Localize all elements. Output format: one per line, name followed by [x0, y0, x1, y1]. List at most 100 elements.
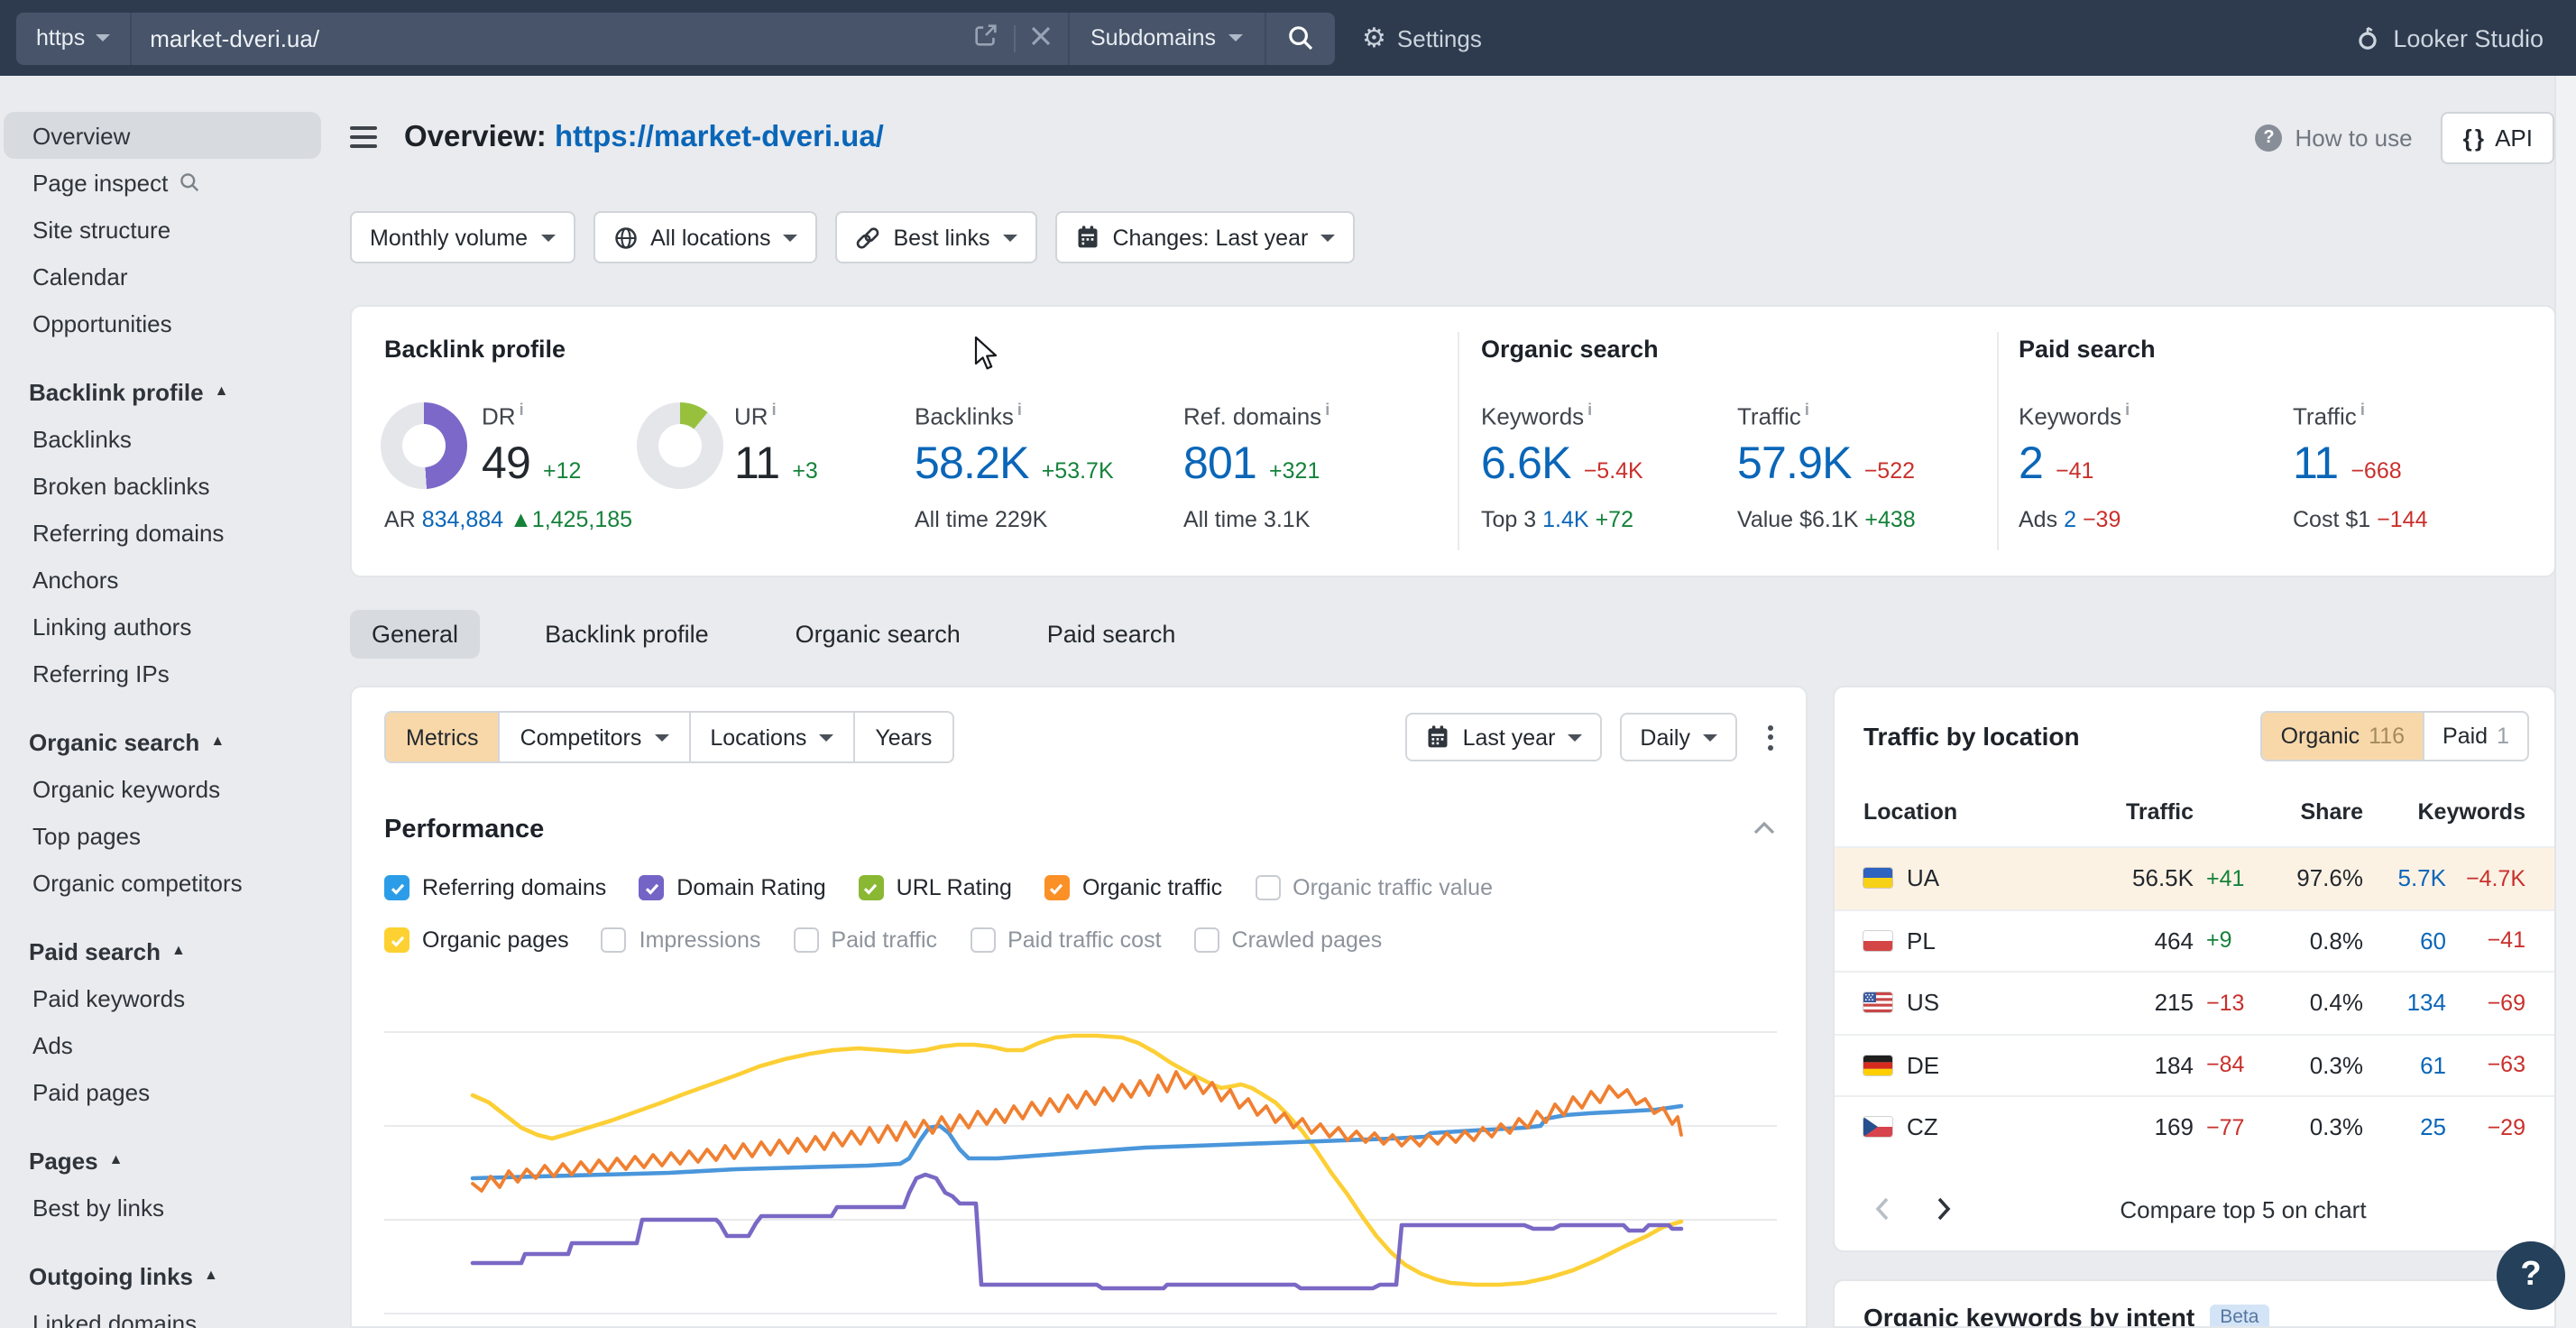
collapse-section-icon[interactable] [1752, 814, 1777, 846]
paid-keywords-value[interactable]: 2 [2019, 439, 2043, 492]
performance-line-chart[interactable] [384, 1012, 1777, 1328]
filter-all-locations[interactable]: All locations [593, 211, 817, 263]
sidebar-item-broken-backlinks[interactable]: Broken backlinks [4, 462, 321, 509]
api-button[interactable]: { } API [2442, 111, 2554, 163]
metric-checkbox-impressions[interactable]: Impressions [602, 927, 761, 953]
ar-value[interactable]: 834,884 [422, 507, 503, 532]
sidebar-item-overview[interactable]: Overview [4, 112, 321, 159]
sidebar-item-paid-keywords[interactable]: Paid keywords [4, 974, 321, 1021]
info-icon[interactable]: i [2360, 401, 2365, 419]
chevron-down-icon [1703, 733, 1717, 741]
location-row-us[interactable]: US215−130.4%134−69 [1835, 971, 2554, 1033]
open-external-icon[interactable] [971, 22, 998, 54]
filter-monthly-volume[interactable]: Monthly volume [350, 211, 575, 263]
sidebar-header-outgoing-links[interactable]: Outgoing links▲ [0, 1252, 325, 1299]
search-button[interactable] [1265, 12, 1335, 64]
sidebar-item-top-pages[interactable]: Top pages [4, 812, 321, 859]
sidebar-header-paid-search[interactable]: Paid search▲ [0, 927, 325, 974]
segment-metrics[interactable]: Metrics [386, 713, 499, 761]
settings-button[interactable]: ⚙ Settings [1362, 24, 1482, 51]
segment-years[interactable]: Years [853, 713, 952, 761]
page-scrollbar[interactable] [2554, 76, 2576, 1328]
info-icon[interactable]: i [520, 401, 524, 419]
info-icon[interactable]: i [1805, 401, 1809, 419]
compare-top5-link[interactable]: Compare top 5 on chart [1961, 1195, 2525, 1222]
filter-changes-last-year[interactable]: Changes: Last year [1055, 211, 1356, 263]
paid-traffic-value[interactable]: 11 [2293, 439, 2338, 492]
looker-studio-button[interactable]: Looker Studio [2353, 23, 2544, 52]
sidebar-item-organic-competitors[interactable]: Organic competitors [4, 859, 321, 906]
metric-checkbox-paid-traffic[interactable]: Paid traffic [793, 927, 937, 953]
sidebar-item-site-structure[interactable]: Site structure [4, 206, 321, 253]
metric-checkbox-paid-traffic-cost[interactable]: Paid traffic cost [970, 927, 1161, 953]
granularity-button[interactable]: Daily [1620, 713, 1737, 761]
keywords-value[interactable]: 60 [2363, 927, 2446, 954]
sidebar-item-organic-keywords[interactable]: Organic keywords [4, 765, 321, 812]
backlinks-value[interactable]: 58.2K [915, 439, 1029, 492]
column-share: Share [2269, 799, 2363, 825]
metric-checkbox-organic-pages[interactable]: Organic pages [384, 927, 569, 953]
sidebar-item-page-inspect[interactable]: Page inspect [4, 159, 321, 206]
keywords-value[interactable]: 5.7K [2363, 865, 2446, 892]
info-icon[interactable]: i [1587, 401, 1592, 419]
organic-traffic-value[interactable]: 57.9K [1737, 439, 1852, 492]
sidebar-header-organic-search[interactable]: Organic search▲ [0, 718, 325, 765]
target-url-input[interactable]: market-dveri.ua/ [132, 24, 971, 51]
target-url-link[interactable]: https://market-dveri.ua/ [555, 120, 884, 152]
organic-keywords-value[interactable]: 6.6K [1481, 439, 1571, 492]
sidebar-item-ads[interactable]: Ads [4, 1021, 321, 1068]
sidebar-item-backlinks[interactable]: Backlinks [4, 415, 321, 462]
sidebar-item-opportunities[interactable]: Opportunities [4, 300, 321, 346]
info-icon[interactable]: i [1017, 401, 1022, 419]
tab-backlink-profile[interactable]: Backlink profile [523, 609, 731, 658]
tab-general[interactable]: General [350, 609, 480, 658]
sidebar-item-referring-domains[interactable]: Referring domains [4, 509, 321, 556]
info-icon[interactable]: i [2125, 401, 2130, 419]
segment-competitors[interactable]: Competitors [499, 713, 689, 761]
metric-checkbox-domain-rating[interactable]: Domain Rating [639, 875, 825, 900]
sidebar-item-referring-ips[interactable]: Referring IPs [4, 650, 321, 696]
unchecked-checkbox-icon [970, 927, 995, 953]
info-icon[interactable]: i [772, 401, 777, 419]
toggle-organic[interactable]: Organic 116 [2263, 713, 2423, 760]
sidebar-header-pages[interactable]: Pages▲ [0, 1137, 325, 1184]
keywords-value[interactable]: 134 [2363, 990, 2446, 1017]
menu-toggle-icon[interactable] [350, 126, 377, 148]
next-page-icon[interactable] [1925, 1191, 1961, 1227]
sidebar-item-linking-authors[interactable]: Linking authors [4, 603, 321, 650]
filter-best-links[interactable]: Best links [836, 211, 1037, 263]
page-title: Overview: https://market-dveri.ua/ [404, 120, 884, 154]
clear-url-icon[interactable] [1029, 24, 1051, 51]
sidebar-item-paid-pages[interactable]: Paid pages [4, 1068, 321, 1115]
tab-organic-search[interactable]: Organic search [774, 609, 982, 658]
date-range-button[interactable]: Last year [1405, 713, 1603, 761]
how-to-use-button[interactable]: ? How to use [2256, 124, 2413, 151]
scope-dropdown[interactable]: Subdomains [1067, 12, 1265, 64]
location-row-de[interactable]: DE184−840.3%61−63 [1835, 1033, 2554, 1095]
location-row-cz[interactable]: CZ169−770.3%25−29 [1835, 1095, 2554, 1157]
keywords-value[interactable]: 25 [2363, 1114, 2446, 1141]
ref-domains-value[interactable]: 801 [1183, 439, 1256, 492]
tab-paid-search[interactable]: Paid search [1026, 609, 1198, 658]
sidebar-item-linked-domains[interactable]: Linked domains [4, 1299, 321, 1328]
location-row-ua[interactable]: UA56.5K+4197.6%5.7K−4.7K [1835, 846, 2554, 908]
info-icon[interactable]: i [1325, 401, 1329, 419]
sidebar-item-anchors[interactable]: Anchors [4, 556, 321, 603]
help-fab-button[interactable]: ? [2497, 1241, 2565, 1310]
prev-page-icon[interactable] [1863, 1191, 1900, 1227]
metric-checkbox-organic-traffic-value[interactable]: Organic traffic value [1255, 875, 1493, 900]
toggle-paid[interactable]: Paid 1 [2423, 713, 2527, 760]
location-row-pl[interactable]: PL464+90.8%60−41 [1835, 908, 2554, 971]
segment-locations[interactable]: Locations [688, 713, 853, 761]
more-options-icon[interactable] [1761, 717, 1780, 757]
sidebar-item-calendar[interactable]: Calendar [4, 253, 321, 300]
metric-checkbox-organic-traffic[interactable]: Organic traffic [1044, 875, 1222, 900]
looker-logo-icon [2353, 23, 2380, 52]
sidebar-item-best-by-links[interactable]: Best by links [4, 1184, 321, 1231]
metric-checkbox-url-rating[interactable]: URL Rating [859, 875, 1012, 900]
keywords-value[interactable]: 61 [2363, 1052, 2446, 1079]
metric-checkbox-referring-domains[interactable]: Referring domains [384, 875, 606, 900]
metric-checkbox-crawled-pages[interactable]: Crawled pages [1194, 927, 1383, 953]
protocol-dropdown[interactable]: https [16, 12, 132, 64]
sidebar-header-backlink-profile[interactable]: Backlink profile▲ [0, 368, 325, 415]
